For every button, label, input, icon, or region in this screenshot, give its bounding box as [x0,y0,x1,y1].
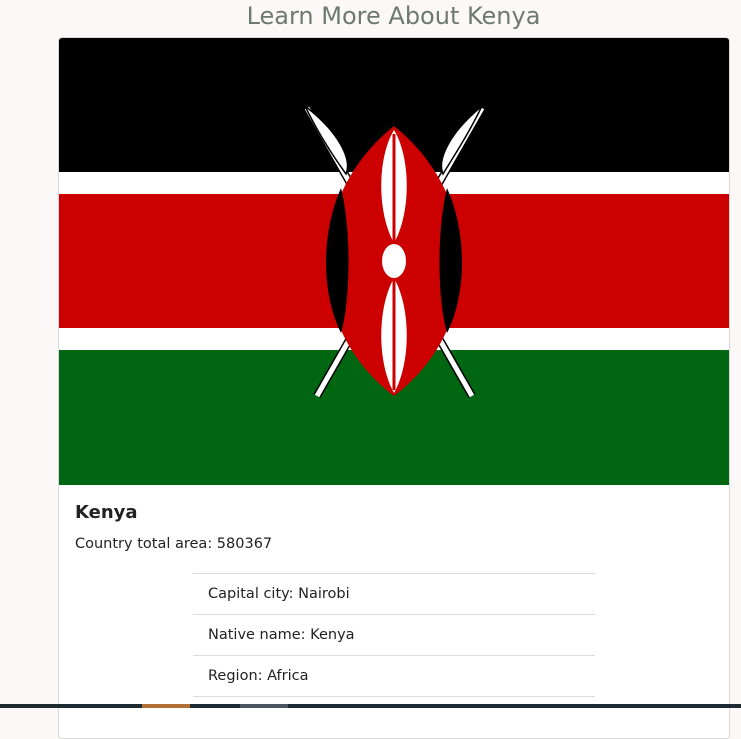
page-title: Learn More About Kenya [246,2,541,30]
region-item: Region: Africa [193,656,595,697]
country-card: Kenya Country total area: 580367 Capital… [58,37,730,739]
taskbar-strip [0,704,741,708]
country-details-list: Capital city: Nairobi Native name: Kenya… [193,573,595,697]
kenya-flag-image [59,38,729,485]
country-total-area: Country total area: 580367 [75,536,273,552]
taskbar-app-icon[interactable] [142,704,190,708]
capital-city-item: Capital city: Nairobi [193,574,595,615]
native-name-item: Native name: Kenya [193,615,595,656]
taskbar-app-icon[interactable] [240,704,288,708]
country-name: Kenya [75,502,138,523]
